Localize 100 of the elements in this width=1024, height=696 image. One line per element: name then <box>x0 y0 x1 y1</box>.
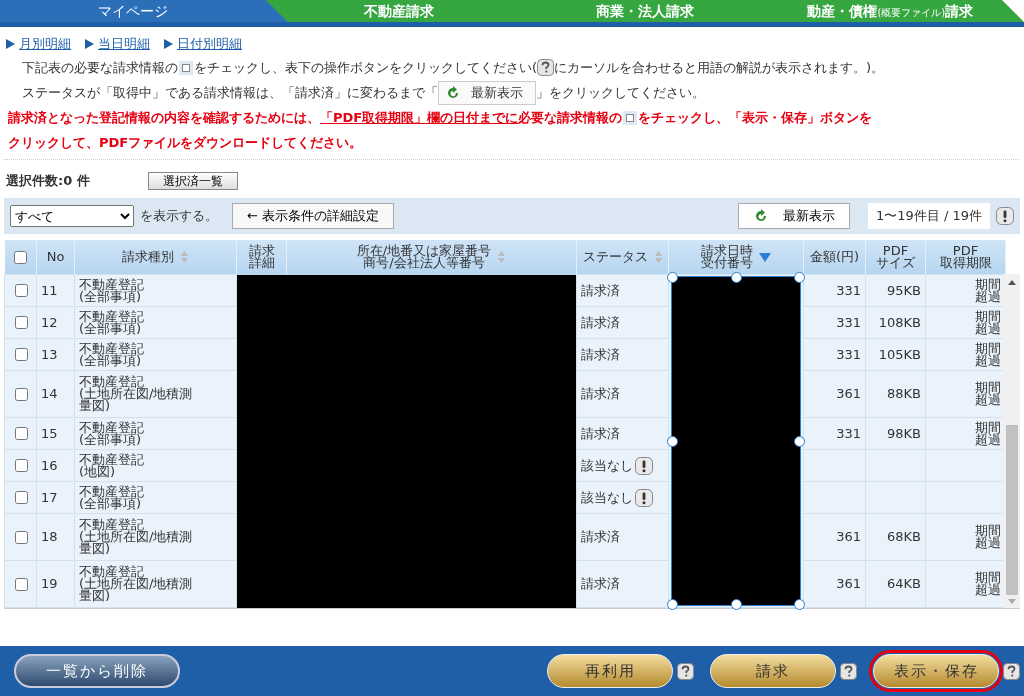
row-checkbox[interactable] <box>14 316 28 329</box>
table-cell-text: 不動産登記 <box>79 310 145 323</box>
filter-label: を表示する。 <box>140 207 218 225</box>
table-cell: 請求済 <box>581 316 620 329</box>
selected-count: 選択件数:0 件 <box>6 172 90 190</box>
table-cell: 98KB <box>887 425 921 441</box>
refresh-icon <box>445 85 461 100</box>
triangle-icon <box>6 39 15 49</box>
refresh-button[interactable]: 最新表示 <box>438 80 536 105</box>
row-checkbox[interactable] <box>14 577 28 591</box>
alert-icon[interactable] <box>635 488 653 507</box>
table-cell: 331 <box>836 282 861 298</box>
instruction-text: ステータスが「取得中」である請求情報は、「請求済」に変わるまで「 <box>22 83 438 102</box>
table-cell-text: (全部事項) <box>79 322 142 335</box>
checkbox-icon <box>623 110 638 125</box>
table-cell: 期間超過 <box>975 310 1001 335</box>
table-cell: 64KB <box>887 576 921 591</box>
table-cell: 361 <box>836 576 861 591</box>
table-cell: 105KB <box>878 346 921 362</box>
row-checkbox[interactable] <box>14 459 28 472</box>
detail-link[interactable]: 日付別明細 <box>177 35 242 53</box>
column-header[interactable]: No <box>46 251 65 263</box>
sort-descending-icon[interactable] <box>759 252 771 262</box>
resize-handle[interactable] <box>731 599 742 610</box>
instruction-text: 下記表の必要な請求情報の <box>22 58 178 77</box>
table-cell: 期間超過 <box>975 525 1001 549</box>
instruction-text: クリックして、PDFファイルをダウンロードしてください。 <box>8 134 363 152</box>
row-checkbox[interactable] <box>14 387 28 401</box>
delete-from-list-button[interactable]: 一覧から削除 <box>14 654 180 688</box>
column-header[interactable]: 請求種別 <box>122 251 174 263</box>
detail-link[interactable]: 月別明細 <box>19 35 71 53</box>
detail-link[interactable]: 当日明細 <box>98 35 150 53</box>
row-checkbox[interactable] <box>14 530 28 544</box>
instruction-text: 」をクリックしてください。 <box>536 83 705 102</box>
table-cell: 361 <box>836 529 861 544</box>
table-cell-text: (全部事項) <box>79 497 142 510</box>
table-cell-text: (土地所在図/地積測量図) <box>79 531 194 555</box>
table-cell: 108KB <box>878 314 921 330</box>
help-icon[interactable] <box>840 662 857 680</box>
table-cell: 該当なし <box>581 491 633 504</box>
help-icon[interactable] <box>1003 662 1020 680</box>
table-cell-text: 不動産登記 <box>79 376 144 388</box>
column-header[interactable]: 取得期限 <box>939 257 992 269</box>
table-cell: 期間超過 <box>975 342 1001 367</box>
row-checkbox[interactable] <box>14 348 28 361</box>
checkbox-icon <box>179 60 193 75</box>
table-cell-text: 不動産登記 <box>79 453 145 466</box>
table-cell: 期間超過 <box>975 278 1001 303</box>
deadline-text: 「PDF取得期限」欄の日付までに <box>320 109 519 127</box>
alert-icon[interactable] <box>635 456 653 475</box>
table-cell: 14 <box>36 370 75 418</box>
table-cell: 11 <box>36 274 75 307</box>
column-header[interactable]: 受付番号 <box>701 257 753 269</box>
instruction-text: にカーソルを合わせると用語の解説が表示されます。)。 <box>554 58 885 77</box>
selected-list-button[interactable]: 選択済一覧 <box>147 172 238 190</box>
instruction-text: をチェックし、「表示・保存」ボタンを <box>638 109 873 127</box>
column-header[interactable]: サイズ <box>876 257 915 269</box>
result-range: 1〜19件目 / 19件 <box>868 203 990 229</box>
table-cell: 期間超過 <box>975 382 1001 406</box>
column-header[interactable]: 請求日時 <box>701 245 753 257</box>
row-checkbox[interactable] <box>14 427 28 440</box>
column-header[interactable]: PDF <box>952 245 979 257</box>
triangle-icon <box>85 39 94 49</box>
table-cell-text: (地図) <box>79 465 116 478</box>
column-header[interactable]: PDF <box>882 245 909 257</box>
help-icon[interactable] <box>537 59 555 76</box>
help-icon[interactable] <box>677 662 694 680</box>
instruction-text: 必要な請求情報の <box>518 109 623 127</box>
table-cell-text: 不動産登記 <box>79 421 145 434</box>
table-cell: 331 <box>836 314 861 330</box>
scrollbar[interactable] <box>1003 274 1020 608</box>
table-cell: 請求済 <box>581 348 620 361</box>
table-cell: 請求済 <box>581 531 620 543</box>
column-header[interactable]: 商号/会社法人等番号 <box>363 257 485 270</box>
table-cell: 請求済 <box>581 284 620 297</box>
action-button[interactable]: 請求 <box>710 654 836 688</box>
alert-icon[interactable] <box>996 207 1014 225</box>
table-cell-text: 不動産登記 <box>79 485 145 498</box>
action-button[interactable]: 再利用 <box>547 654 673 688</box>
row-checkbox[interactable] <box>14 491 28 504</box>
table-cell-text: (全部事項) <box>79 433 142 446</box>
table-cell: 331 <box>836 425 861 441</box>
table-cell: 請求済 <box>581 578 620 590</box>
table-cell-text: (土地所在図/地積測量図) <box>79 388 194 412</box>
row-checkbox[interactable] <box>14 284 28 297</box>
table-cell-text: 不動産登記 <box>79 342 145 355</box>
table-cell-text: (土地所在図/地積測量図) <box>79 578 194 602</box>
resize-handle[interactable] <box>667 272 678 283</box>
nav-tab[interactable]: マイページ <box>0 0 288 22</box>
table-cell: 請求済 <box>581 427 620 440</box>
resize-handle[interactable] <box>731 272 742 283</box>
refresh-button[interactable]: 最新表示 <box>738 203 850 229</box>
table-cell-text: 不動産登記 <box>79 519 144 531</box>
detail-settings-button[interactable]: ← 表示条件の詳細設定 <box>232 203 395 229</box>
table-cell: 18 <box>36 513 75 561</box>
filter-dropdown[interactable]: すべて <box>10 205 134 227</box>
table-cell: 331 <box>836 346 861 362</box>
select-all-checkbox[interactable] <box>14 250 28 264</box>
table-cell: 該当なし <box>581 459 633 472</box>
table-cell: 期間超過 <box>975 421 1001 446</box>
